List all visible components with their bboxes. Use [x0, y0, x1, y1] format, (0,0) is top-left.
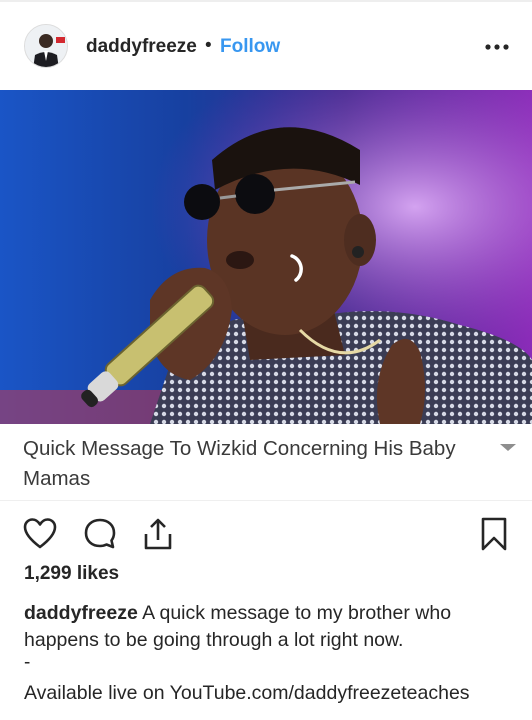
- caption-bar[interactable]: Quick Message To Wizkid Concerning His B…: [0, 424, 532, 501]
- heart-icon[interactable]: [22, 516, 58, 552]
- share-icon[interactable]: [140, 516, 176, 552]
- more-horizontal-icon[interactable]: [484, 37, 512, 57]
- bookmark-icon[interactable]: [476, 516, 512, 552]
- avatar-image: [25, 25, 67, 67]
- action-bar: [0, 510, 532, 558]
- avatar[interactable]: [24, 24, 68, 68]
- description-separator: -: [24, 652, 31, 673]
- post-description: daddyfreeze A quick message to my brothe…: [24, 600, 514, 654]
- description-live-text: Available live on YouTube.com/daddyfreez…: [24, 682, 470, 704]
- post-header: daddyfreeze • Follow: [0, 2, 532, 90]
- follow-button[interactable]: Follow: [220, 36, 280, 58]
- caption-title: Quick Message To Wizkid Concerning His B…: [23, 437, 456, 490]
- username[interactable]: daddyfreeze: [86, 36, 197, 58]
- post-media[interactable]: [0, 90, 532, 424]
- comment-icon[interactable]: [82, 516, 118, 552]
- chevron-down-icon[interactable]: [496, 440, 520, 454]
- post-photo: [0, 90, 532, 424]
- separator-dot: •: [205, 35, 212, 56]
- likes-count[interactable]: 1,299 likes: [24, 563, 119, 585]
- description-username[interactable]: daddyfreeze: [24, 602, 138, 624]
